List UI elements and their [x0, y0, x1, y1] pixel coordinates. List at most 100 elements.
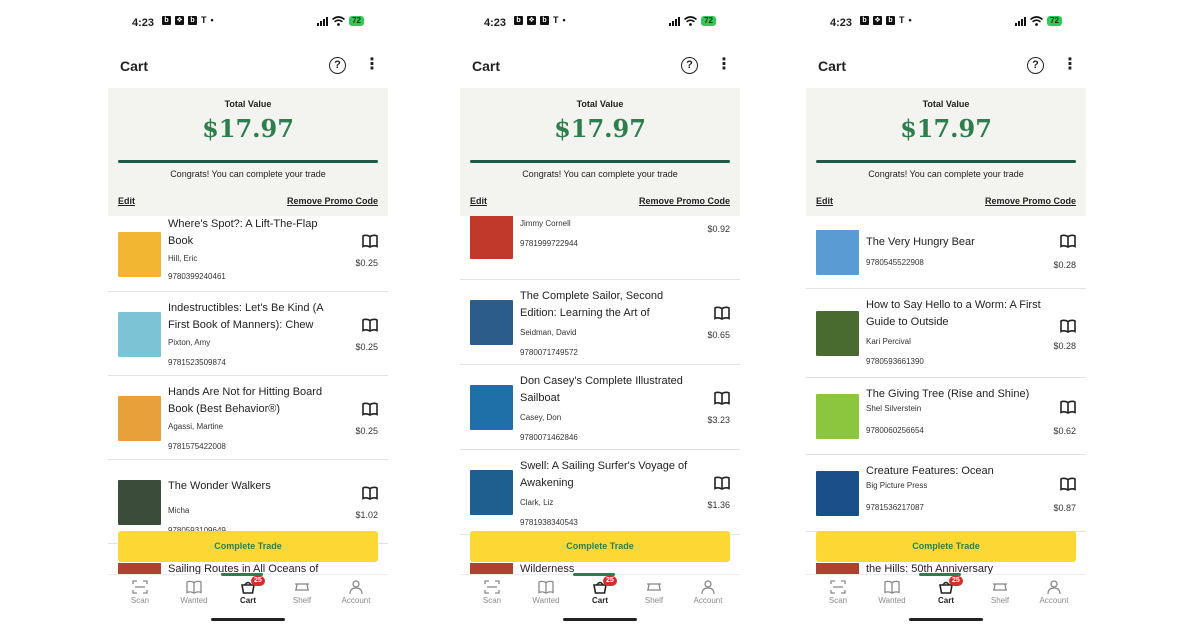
book-icon[interactable]: [1060, 400, 1076, 414]
book-isbn: 9781536217087: [866, 503, 924, 512]
complete-trade-button[interactable]: Complete Trade: [816, 531, 1076, 562]
book-cover: [816, 471, 859, 516]
more-options-icon[interactable]: ⋮: [716, 57, 732, 75]
book-icon[interactable]: [714, 391, 730, 405]
help-icon[interactable]: ?: [681, 57, 698, 74]
trade-summary: Total Value $17.97 Congrats! You can com…: [806, 88, 1086, 216]
cart-item[interactable]: Hands Are Not for Hitting Board Book (Be…: [108, 376, 388, 460]
notification-icon: T: [553, 15, 559, 25]
nav-cart[interactable]: Cart 25: [574, 576, 626, 605]
book-isbn: 9781938340543: [520, 518, 578, 527]
cart-item[interactable]: Don Casey's Complete Illustrated Sailboa…: [460, 365, 740, 450]
progress-bar: [816, 160, 1076, 163]
book-title: How to Say Hello to a Worm: A First Guid…: [866, 299, 1041, 328]
book-price: $0.25: [355, 426, 378, 436]
book-isbn: 9780071749572: [520, 348, 578, 357]
total-value-amount: $17.97: [202, 114, 294, 143]
nav-label: Shelf: [644, 596, 664, 605]
book-cover: [118, 232, 161, 277]
nav-scan[interactable]: Scan: [114, 580, 166, 605]
book-icon[interactable]: [714, 476, 730, 490]
book-icon[interactable]: [1060, 477, 1076, 491]
remove-promo-link[interactable]: Remove Promo Code: [287, 196, 378, 206]
wifi-icon: [1030, 16, 1044, 26]
book-cover: [470, 470, 513, 515]
nav-shelf[interactable]: Shelf: [974, 580, 1026, 605]
cart-item[interactable]: Indestructibles: Let's Be Kind (A First …: [108, 292, 388, 376]
notification-icon: •: [562, 15, 566, 25]
nav-cart[interactable]: Cart 25: [920, 576, 972, 605]
more-options-icon[interactable]: ⋮: [364, 57, 380, 75]
nav-label: Scan: [828, 596, 848, 605]
book-author: Kari Percival: [866, 337, 911, 346]
status-bar: 4:23 b ❖ b T • 72: [806, 10, 1086, 34]
book-cover: [470, 300, 513, 345]
cart-item[interactable]: How to Say Hello to a Worm: A First Guid…: [806, 289, 1086, 378]
edit-link[interactable]: Edit: [470, 196, 487, 206]
help-icon[interactable]: ?: [329, 57, 346, 74]
notification-icon: b: [860, 16, 869, 25]
status-bar: 4:23 b ❖ b T • 72: [460, 10, 740, 34]
nav-account[interactable]: Account: [330, 580, 382, 605]
nav-shelf[interactable]: Shelf: [276, 580, 328, 605]
book-icon[interactable]: [362, 318, 378, 332]
book-icon[interactable]: [1060, 234, 1076, 248]
help-icon[interactable]: ?: [1027, 57, 1044, 74]
battery-icon: 72: [349, 16, 364, 26]
book-title: Swell: A Sailing Surfer's Voyage of Awak…: [520, 460, 688, 489]
page-title: Cart: [472, 58, 501, 74]
book-icon[interactable]: [1060, 319, 1076, 333]
nav-label: Cart: [239, 596, 256, 605]
nav-account[interactable]: Account: [682, 580, 734, 605]
book-icon[interactable]: [362, 234, 378, 248]
book-isbn: 9781999722944: [520, 239, 578, 248]
nav-label: Shelf: [292, 596, 312, 605]
cart-item[interactable]: Sailing Routes in All Oceans ofJimmy Cor…: [460, 216, 740, 280]
nav-wanted[interactable]: Wanted: [168, 580, 220, 605]
complete-trade-button[interactable]: Complete Trade: [470, 531, 730, 562]
nav-wanted[interactable]: Wanted: [866, 580, 918, 605]
wanted-icon: [168, 580, 220, 594]
book-icon[interactable]: [714, 306, 730, 320]
remove-promo-link[interactable]: Remove Promo Code: [639, 196, 730, 206]
home-indicator: [211, 618, 285, 621]
progress-bar: [470, 160, 730, 163]
book-icon[interactable]: [362, 486, 378, 500]
signal-icon: [1015, 16, 1027, 26]
book-isbn: 9780593661390: [866, 357, 924, 366]
nav-account[interactable]: Account: [1028, 580, 1080, 605]
book-author: Hill, Eric: [168, 254, 198, 263]
nav-scan[interactable]: Scan: [466, 580, 518, 605]
edit-link[interactable]: Edit: [816, 196, 833, 206]
notification-icon: b: [162, 16, 171, 25]
edit-link[interactable]: Edit: [118, 196, 135, 206]
cart-count-badge: 25: [949, 576, 963, 586]
cart-item[interactable]: Where's Spot?: A Lift-The-Flap Book Hill,…: [108, 216, 388, 292]
total-value-label: Total Value: [922, 99, 970, 109]
cart-item[interactable]: The Giving Tree (Rise and Shine) Shel Sil…: [806, 378, 1086, 455]
more-options-icon[interactable]: ⋮: [1062, 57, 1078, 75]
book-author: Clark, Liz: [520, 498, 554, 507]
book-price: $1.02: [355, 510, 378, 520]
book-price: $0.62: [1053, 426, 1076, 436]
cart-item[interactable]: The Very Hungry Bear 9780545522908 $0.28: [806, 216, 1086, 289]
battery-icon: 72: [701, 16, 716, 26]
shelf-icon: [974, 580, 1026, 594]
nav-cart[interactable]: Cart 25: [222, 576, 274, 605]
nav-wanted[interactable]: Wanted: [520, 580, 572, 605]
cart-item[interactable]: Swell: A Sailing Surfer's Voyage of Awak…: [460, 450, 740, 535]
nav-scan[interactable]: Scan: [812, 580, 864, 605]
cart-icon: [574, 580, 626, 594]
app-header: Cart ? ⋮: [460, 52, 740, 80]
book-title: Don Casey's Complete Illustrated Sailboa…: [520, 375, 683, 404]
complete-trade-button[interactable]: Complete Trade: [118, 531, 378, 562]
remove-promo-link[interactable]: Remove Promo Code: [985, 196, 1076, 206]
phone-screen: 4:23 b ❖ b T • 72 Cart ? ⋮ Total Value $17.9…: [108, 0, 388, 628]
notification-icon: •: [210, 15, 214, 25]
account-icon: [682, 580, 734, 594]
wanted-icon: [866, 580, 918, 594]
cart-item[interactable]: Creature Features: Ocean Big Picture Pres…: [806, 455, 1086, 532]
cart-item[interactable]: The Complete Sailor, Second Edition: Lea…: [460, 280, 740, 365]
book-icon[interactable]: [362, 402, 378, 416]
nav-shelf[interactable]: Shelf: [628, 580, 680, 605]
